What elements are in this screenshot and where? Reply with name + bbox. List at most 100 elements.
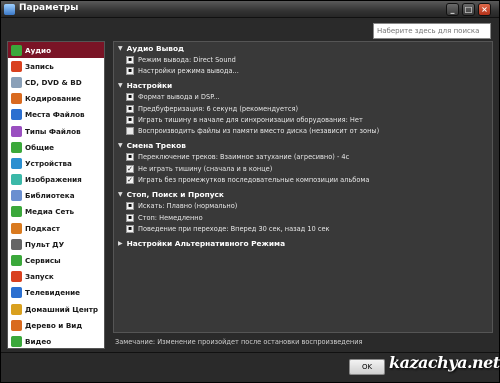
section-header[interactable]: ▼ Аудио Вывод <box>114 42 492 54</box>
checkbox-checked[interactable]: ✓ <box>126 164 134 173</box>
section-title: Настройки <box>126 81 173 91</box>
sidebar-item-label: Устройства <box>25 158 72 168</box>
video-icon <box>11 335 22 347</box>
sidebar-item-label: Дерево и Вид <box>25 320 83 330</box>
maximize-button[interactable]: □ <box>462 3 475 16</box>
startup-icon <box>11 271 22 283</box>
sidebar-item[interactable]: Запуск <box>8 269 104 285</box>
library-icon <box>11 190 22 202</box>
sidebar-item[interactable]: Пульт ДУ <box>8 236 104 252</box>
sidebar-item[interactable]: Устройства <box>8 155 104 171</box>
no-silence-checkbox[interactable]: ✓ Не играть тишину (сначала и в конце) <box>114 163 492 174</box>
option-label: Поведение при переходе: Вперед 30 сек, н… <box>138 224 330 233</box>
sidebar-item[interactable]: Домашний Центр <box>8 301 104 317</box>
section-alt-mode: ▶ Настройки Альтернативного Режима <box>114 238 492 250</box>
sidebar-item[interactable]: Кодирование <box>8 91 104 107</box>
close-button[interactable]: × <box>478 3 491 16</box>
expand-arrow-icon: ▼ <box>118 44 123 52</box>
network-icon <box>11 206 22 218</box>
option-label: Не играть тишину (сначала и в конце) <box>138 164 273 173</box>
option-label: Переключение треков: Взаимное затухание … <box>138 153 350 162</box>
jump-behavior-option[interactable]: ▪ Поведение при переходе: Вперед 30 сек, … <box>114 223 492 234</box>
sidebar-item[interactable]: Аудио <box>8 42 104 59</box>
section-title: Настройки Альтернативного Режима <box>126 239 286 249</box>
sidebar-item[interactable]: Запись <box>8 58 104 74</box>
disc-icon <box>11 76 22 88</box>
section-title: Стоп, Поиск и Пропуск <box>126 190 224 200</box>
stop-option[interactable]: ▪ Стоп: Немедленно <box>114 212 492 223</box>
checkbox-checked[interactable]: ✓ <box>126 176 134 185</box>
sidebar-item-label: Кодирование <box>25 94 82 104</box>
sidebar-item-label: Медиа Сеть <box>25 207 75 217</box>
sidebar-item[interactable]: Сервисы <box>8 252 104 268</box>
remote-icon <box>11 238 22 250</box>
option-icon: ▪ <box>126 104 134 113</box>
sidebar-item-label: Подкаст <box>25 223 60 233</box>
expand-arrow-icon: ▼ <box>118 191 123 199</box>
podcast-icon <box>11 222 22 234</box>
option-icon: ▪ <box>126 224 134 233</box>
section-header-collapsed[interactable]: ▶ Настройки Альтернативного Режима <box>114 238 492 250</box>
ok-button[interactable]: OK <box>349 359 385 375</box>
option-icon: ▪ <box>126 115 134 124</box>
device-icon <box>11 157 22 169</box>
play-silence-option[interactable]: ▪ Играть тишину в начале для синхронизаци… <box>114 114 492 125</box>
sidebar-item[interactable]: Телевидение <box>8 285 104 301</box>
output-format-dsp-option[interactable]: ▪ Формат вывода и DSP... <box>114 92 492 103</box>
option-label: Играть тишину в начале для синхронизации… <box>138 115 363 124</box>
sidebar-item[interactable]: Дерево и Вид <box>8 317 104 333</box>
section-title: Смена Треков <box>126 141 186 151</box>
settings-panel: ▼ Аудио Вывод ▪ Режим вывода: Direct Sound… <box>113 41 493 333</box>
home-icon <box>11 303 22 315</box>
option-label: Режим вывода: Direct Sound <box>138 55 236 64</box>
search-input[interactable] <box>373 23 491 39</box>
seek-option[interactable]: ▪ Искать: Плавно (нормально) <box>114 201 492 212</box>
sidebar-item[interactable]: Видео <box>8 333 104 348</box>
title-bar: Параметры _ □ × <box>1 1 499 18</box>
sidebar-item-label: Типы Файлов <box>25 126 81 136</box>
output-mode-settings-option[interactable]: ▪ Настройки режима вывода... <box>114 65 492 76</box>
sidebar-item[interactable]: Общие <box>8 139 104 155</box>
gapless-checkbox[interactable]: ✓ Играть без промежутков последовательные… <box>114 174 492 185</box>
sidebar-item-label: Телевидение <box>25 288 81 298</box>
option-label: Настройки режима вывода... <box>138 66 239 75</box>
section-audio-output: ▼ Аудио Вывод ▪ Режим вывода: Direct Sound… <box>114 42 492 77</box>
sidebar-item[interactable]: Библиотека <box>8 188 104 204</box>
sidebar-item[interactable]: CD, DVD & BD <box>8 74 104 90</box>
option-label: Предбуферизация: 6 секунд (рекомендуется… <box>138 104 299 113</box>
app-icon <box>4 4 15 15</box>
play-from-memory-checkbox[interactable]: Воспроизводить файлы из памяти вместо ди… <box>114 125 492 136</box>
sidebar-item-label: Сервисы <box>25 256 61 266</box>
checkbox[interactable] <box>126 127 134 136</box>
section-header[interactable]: ▼ Стоп, Поиск и Пропуск <box>114 189 492 201</box>
sidebar-item[interactable]: Типы Файлов <box>8 123 104 139</box>
sidebar-item[interactable]: Подкаст <box>8 220 104 236</box>
expand-arrow-icon: ▼ <box>118 142 123 150</box>
sidebar-item-label: Домашний Центр <box>25 304 99 314</box>
output-mode-option[interactable]: ▪ Режим вывода: Direct Sound <box>114 54 492 65</box>
option-label: Формат вывода и DSP... <box>138 93 220 102</box>
encode-icon <box>11 93 22 105</box>
folder-icon <box>11 109 22 121</box>
option-label: Искать: Плавно (нормально) <box>138 202 238 211</box>
tree-icon <box>11 319 22 331</box>
track-switch-option[interactable]: ▪ Переключение треков: Взаимное затухание… <box>114 152 492 163</box>
option-icon: ▪ <box>126 202 134 211</box>
general-icon <box>11 141 22 153</box>
section-stop-seek-skip: ▼ Стоп, Поиск и Пропуск ▪ Искать: Плавно (… <box>114 189 492 235</box>
sidebar-item-label: CD, DVD & BD <box>25 77 82 87</box>
window-title: Параметры <box>19 3 79 13</box>
sidebar-item-label: Пульт ДУ <box>25 239 65 249</box>
option-icon: ▪ <box>126 153 134 162</box>
section-header[interactable]: ▼ Смена Треков <box>114 140 492 152</box>
sidebar-item[interactable]: Медиа Сеть <box>8 204 104 220</box>
sidebar-item[interactable]: Места Файлов <box>8 107 104 123</box>
sidebar-item-label: Изображения <box>25 175 82 185</box>
sidebar-item[interactable]: Изображения <box>8 172 104 188</box>
minimize-button[interactable]: _ <box>446 3 459 16</box>
speaker-icon <box>11 44 22 56</box>
prebuffering-option[interactable]: ▪ Предбуферизация: 6 секунд (рекомендуетс… <box>114 103 492 114</box>
watermark-text: kazachya.net <box>389 353 500 372</box>
sidebar-item-label: Видео <box>25 336 52 346</box>
section-header[interactable]: ▼ Настройки <box>114 80 492 92</box>
